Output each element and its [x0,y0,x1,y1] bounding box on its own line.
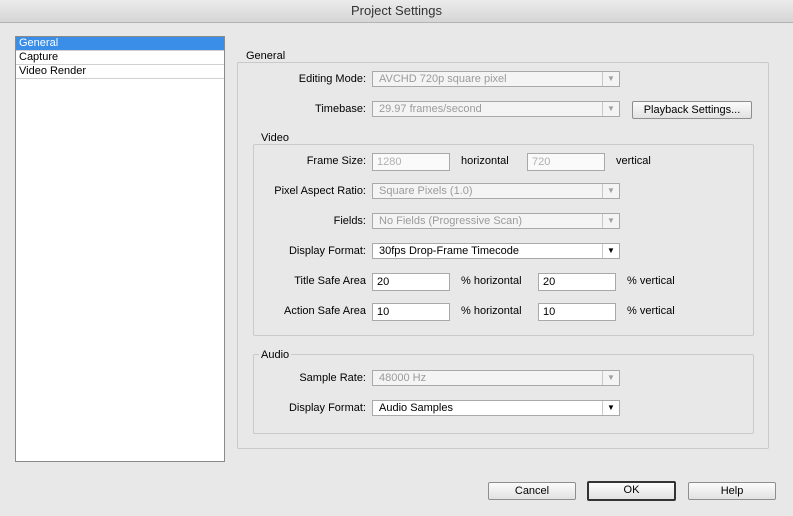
title-safe-horizontal-unit: % horizontal [461,275,522,287]
audio-display-format-dropdown[interactable]: Audio Samples ▼ [372,400,620,416]
editing-mode-label: Editing Mode: [298,73,366,85]
action-safe-label: Action Safe Area [284,305,366,317]
chevron-down-icon: ▼ [602,72,619,86]
sample-rate-value: 48000 Hz [379,372,427,384]
audio-group-label: Audio [259,349,292,361]
ok-button[interactable]: OK [587,481,676,501]
video-group-label: Video [259,132,291,144]
editing-mode-dropdown: AVCHD 720p square pixel ▼ [372,71,620,87]
title-safe-vertical-unit: % vertical [627,275,675,287]
video-display-format-dropdown[interactable]: 30fps Drop-Frame Timecode ▼ [372,243,620,259]
fields-dropdown: No Fields (Progressive Scan) ▼ [372,213,620,229]
action-safe-vertical-field[interactable]: 10 [538,303,616,321]
window-title: Project Settings [0,0,793,23]
sidebar-item-general[interactable]: General [16,37,224,51]
action-safe-vertical-unit: % vertical [627,305,675,317]
title-safe-horizontal-field[interactable]: 20 [372,273,450,291]
chevron-down-icon: ▼ [602,244,619,258]
sample-rate-dropdown: 48000 Hz ▼ [372,370,620,386]
title-safe-vertical-field[interactable]: 20 [538,273,616,291]
video-display-format-value: 30fps Drop-Frame Timecode [379,245,519,257]
pixel-aspect-dropdown: Square Pixels (1.0) ▼ [372,183,620,199]
horizontal-label: horizontal [461,155,509,167]
audio-group [253,354,754,434]
playback-settings-button[interactable]: Playback Settings... [632,101,752,119]
audio-display-format-value: Audio Samples [379,402,453,414]
chevron-down-icon: ▼ [602,102,619,116]
sidebar-item-capture[interactable]: Capture [16,51,224,65]
fields-label: Fields: [333,215,366,227]
sample-rate-label: Sample Rate: [299,372,366,384]
vertical-label: vertical [616,155,651,167]
timebase-value: 29.97 frames/second [379,103,482,115]
frame-height-field: 720 [527,153,605,171]
video-display-format-label: Display Format: [288,245,366,257]
action-safe-horizontal-unit: % horizontal [461,305,522,317]
sidebar-item-video-render[interactable]: Video Render [16,65,224,79]
audio-display-format-label: Display Format: [288,402,366,414]
fields-value: No Fields (Progressive Scan) [379,215,523,227]
timebase-label: Timebase: [315,103,366,115]
title-safe-label: Title Safe Area [294,275,366,287]
action-safe-horizontal-field[interactable]: 10 [372,303,450,321]
help-button[interactable]: Help [688,482,776,500]
settings-category-list: General Capture Video Render [15,36,225,462]
chevron-down-icon: ▼ [602,214,619,228]
cancel-button[interactable]: Cancel [488,482,576,500]
frame-size-label: Frame Size: [306,155,366,167]
timebase-dropdown: 29.97 frames/second ▼ [372,101,620,117]
editing-mode-value: AVCHD 720p square pixel [379,73,507,85]
chevron-down-icon: ▼ [602,184,619,198]
frame-width-field: 1280 [372,153,450,171]
pixel-aspect-value: Square Pixels (1.0) [379,185,473,197]
general-group-label: General [244,50,288,62]
chevron-down-icon: ▼ [602,371,619,385]
pixel-aspect-label: Pixel Aspect Ratio: [274,185,366,197]
chevron-down-icon: ▼ [602,401,619,415]
